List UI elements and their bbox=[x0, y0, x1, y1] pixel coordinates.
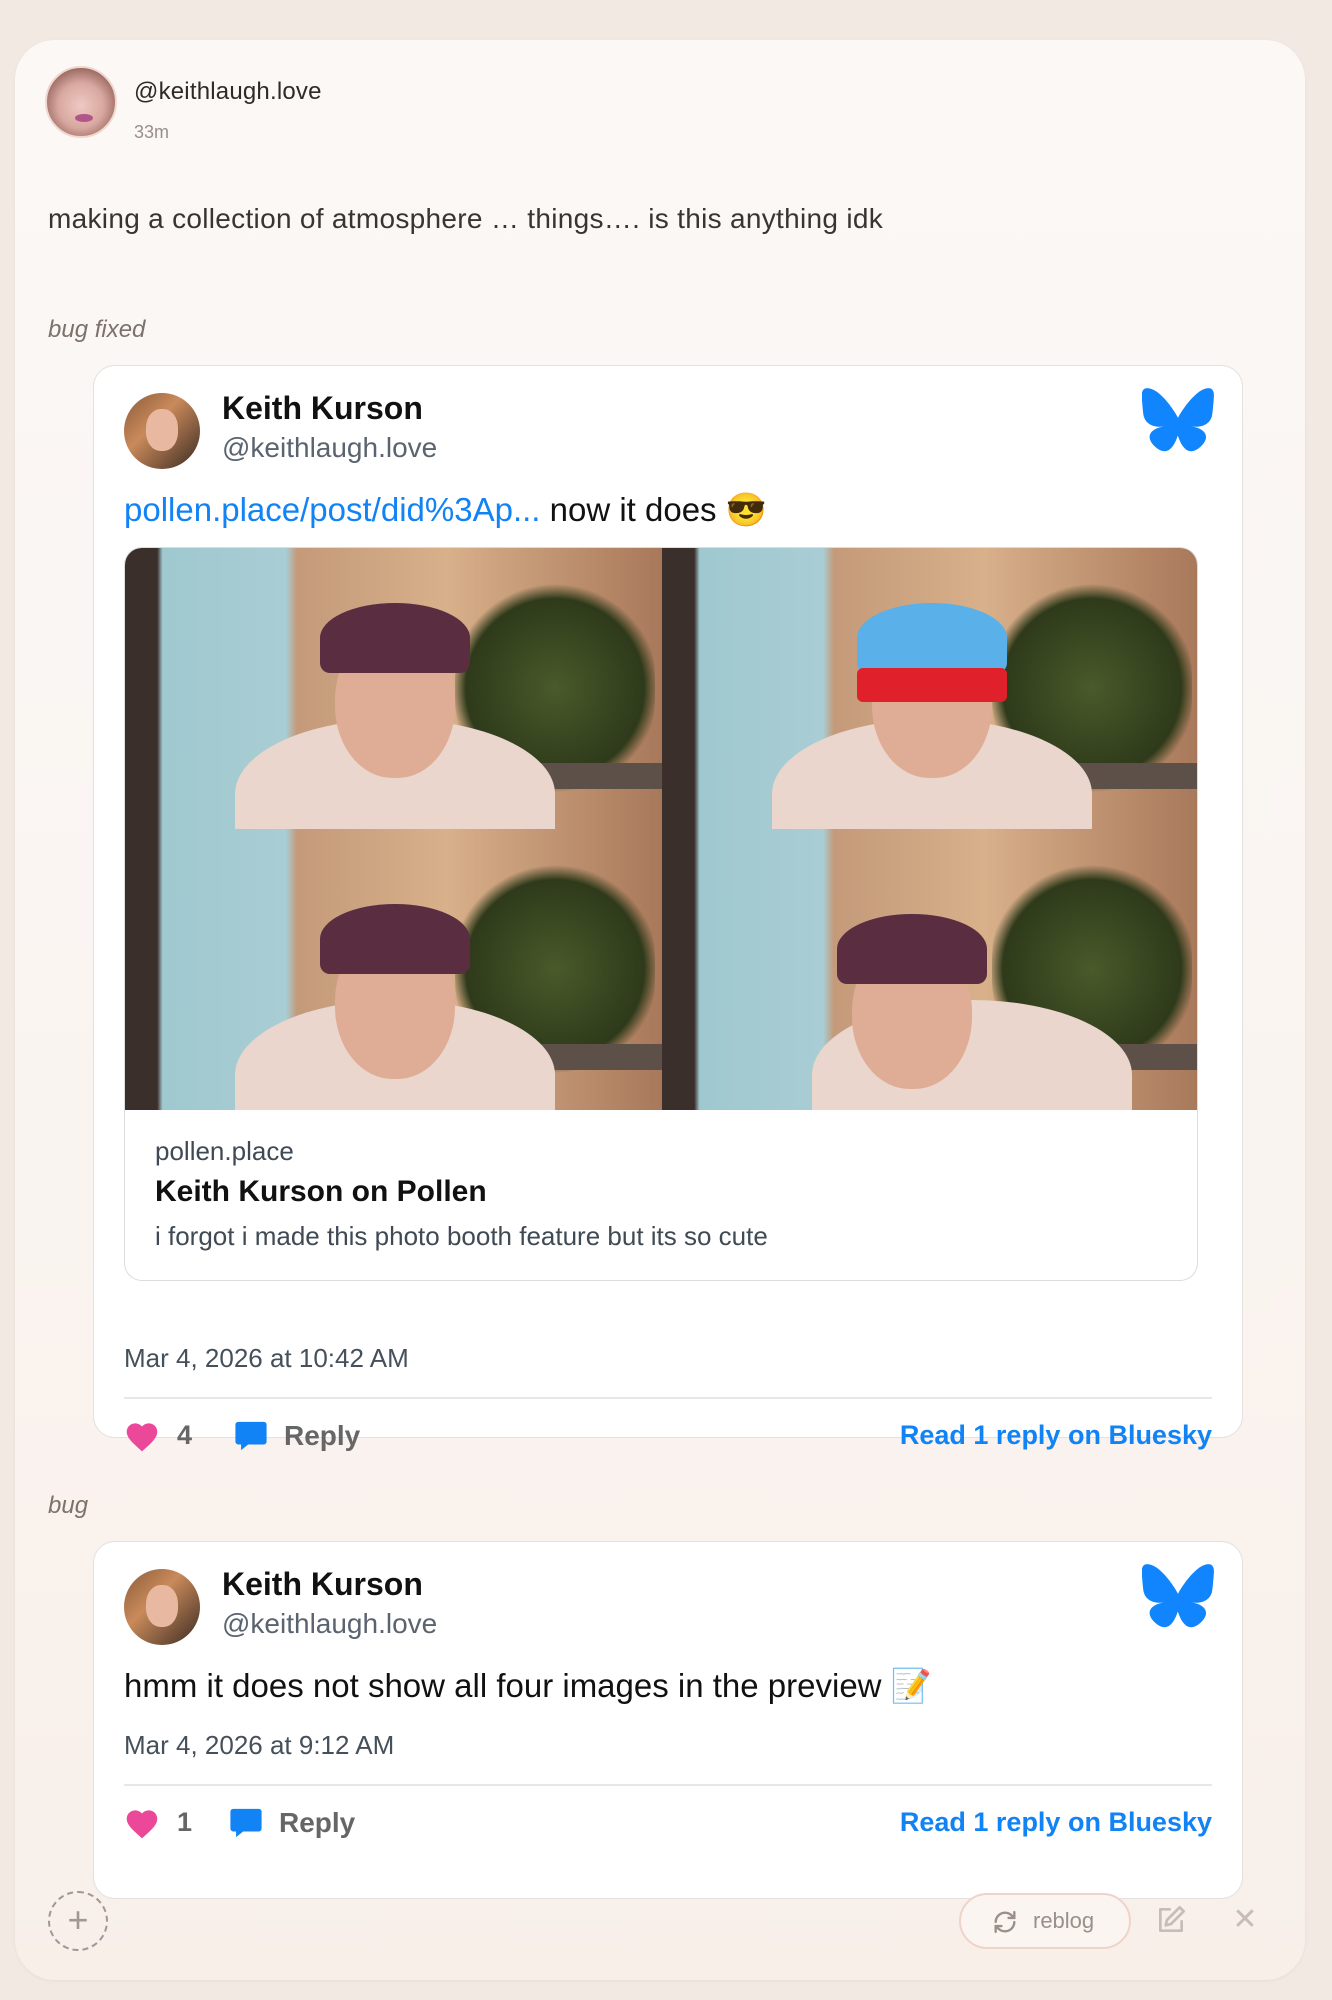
link-preview-domain: pollen.place bbox=[155, 1136, 294, 1166]
embed-post-text: hmm it does not show all four images in … bbox=[124, 1667, 932, 1704]
bluesky-butterfly-icon[interactable] bbox=[1142, 388, 1214, 452]
reply-button[interactable]: Reply bbox=[279, 1807, 355, 1839]
post-timestamp: 33m bbox=[134, 122, 170, 142]
edit-icon[interactable] bbox=[1155, 1904, 1187, 1936]
divider bbox=[124, 1397, 1212, 1399]
embed-author-name[interactable]: Keith Kurson bbox=[222, 1566, 423, 1603]
section-label-bug-fixed: bug fixed bbox=[48, 316, 146, 343]
read-replies-link[interactable]: Read 1 reply on Bluesky bbox=[900, 1807, 1212, 1838]
link-preview-card[interactable]: pollen.place Keith Kurson on Pollen i fo… bbox=[124, 1110, 1198, 1281]
bluesky-butterfly-icon[interactable] bbox=[1142, 1564, 1214, 1628]
embed-author-name[interactable]: Keith Kurson bbox=[222, 390, 423, 427]
reply-bubble-icon[interactable] bbox=[234, 1420, 268, 1452]
add-button[interactable]: + bbox=[48, 1891, 108, 1951]
photo-tile bbox=[125, 548, 662, 829]
reblog-icon bbox=[994, 1910, 1016, 1934]
embed-avatar[interactable] bbox=[124, 1569, 200, 1645]
embed-actions: 1 Reply Read 1 reply on Bluesky bbox=[124, 1803, 1212, 1843]
like-count: 1 bbox=[177, 1807, 193, 1837]
like-count: 4 bbox=[177, 1420, 193, 1450]
reply-bubble-icon[interactable] bbox=[229, 1807, 263, 1839]
embed-post-text-rest: now it does 😎 bbox=[540, 491, 767, 528]
photo-tile bbox=[662, 829, 1197, 1110]
embed-avatar[interactable] bbox=[124, 393, 200, 469]
link-preview-title: Keith Kurson on Pollen bbox=[155, 1175, 487, 1208]
section-label-bug: bug bbox=[48, 1492, 89, 1519]
link-preview-description: i forgot i made this photo booth feature… bbox=[155, 1221, 768, 1251]
post-text: making a collection of atmosphere … thin… bbox=[48, 203, 884, 234]
reblog-button[interactable]: reblog bbox=[959, 1893, 1131, 1949]
embed-post-date[interactable]: Mar 4, 2026 at 10:42 AM bbox=[124, 1343, 409, 1374]
embed-actions: 4 Reply Read 1 reply on Bluesky bbox=[124, 1416, 1212, 1456]
divider bbox=[124, 1784, 1212, 1786]
author-avatar[interactable] bbox=[45, 66, 117, 138]
author-handle[interactable]: @keithlaugh.love bbox=[134, 78, 322, 106]
heart-icon[interactable] bbox=[124, 1420, 160, 1452]
post-card: @keithlaugh.love 33m making a collection… bbox=[15, 40, 1305, 1980]
reblog-label: reblog bbox=[1033, 1908, 1095, 1933]
photo-booth-image-grid[interactable] bbox=[124, 547, 1198, 1110]
photo-tile bbox=[662, 548, 1197, 829]
heart-icon[interactable] bbox=[124, 1807, 160, 1839]
embed-post-link[interactable]: pollen.place/post/did%3Ap... bbox=[124, 491, 540, 528]
bluesky-embed[interactable]: Keith Kurson @keithlaugh.love pollen.pla… bbox=[93, 365, 1243, 1452]
bluesky-embed[interactable]: Keith Kurson @keithlaugh.love hmm it doe… bbox=[93, 1541, 1243, 1899]
embed-author-handle[interactable]: @keithlaugh.love bbox=[222, 1608, 437, 1640]
close-icon[interactable]: ✕ bbox=[1231, 1905, 1259, 1935]
embed-post-text: pollen.place/post/did%3Ap... now it does… bbox=[124, 491, 767, 530]
read-replies-link[interactable]: Read 1 reply on Bluesky bbox=[900, 1420, 1212, 1451]
embed-author-handle[interactable]: @keithlaugh.love bbox=[222, 432, 437, 464]
reply-button[interactable]: Reply bbox=[284, 1420, 360, 1452]
embed-post-date[interactable]: Mar 4, 2026 at 9:12 AM bbox=[124, 1730, 394, 1761]
photo-tile bbox=[125, 829, 662, 1110]
